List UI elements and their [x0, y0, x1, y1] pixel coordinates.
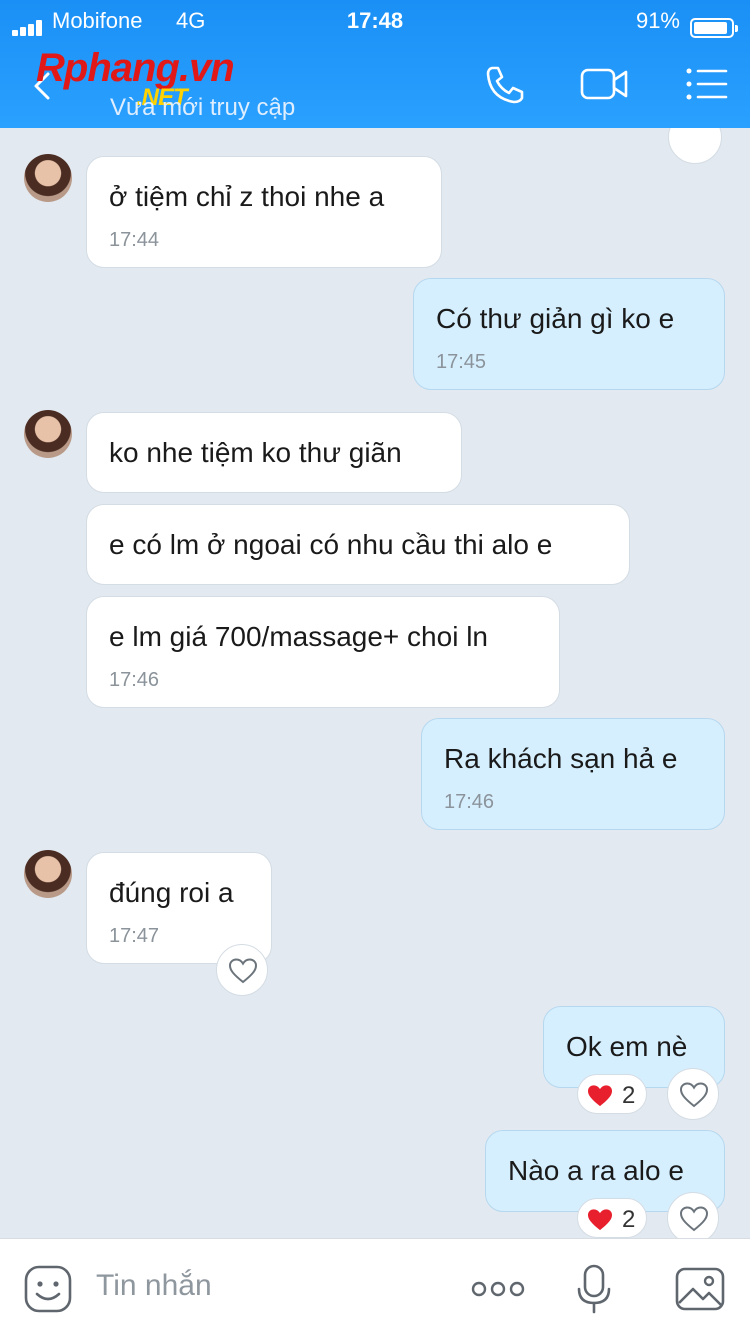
chat-header: Mobifone 4G 17:48 91% Rphang.vn .NET Vừa…	[0, 0, 750, 128]
reaction-button[interactable]	[668, 128, 722, 164]
heart-outline-icon	[229, 958, 257, 984]
composer-bar: Tin nhắn	[0, 1238, 750, 1335]
heart-outline-icon	[680, 1206, 708, 1232]
battery-percent: 91%	[635, 8, 680, 33]
heart-filled-icon	[588, 1085, 612, 1107]
presence-status: Vừa mới truy cập	[110, 94, 296, 121]
status-bar: Mobifone 4G 17:48 91%	[0, 8, 750, 38]
message-time: 17:47	[109, 925, 160, 947]
message-text: Có thư giản gì ko e	[436, 303, 675, 334]
message-time: 17:46	[444, 791, 495, 813]
message-text: e lm giá 700/massage+ choi ln	[109, 621, 488, 652]
message-text: đúng roi a	[109, 877, 234, 908]
sticker-icon[interactable]	[22, 1263, 74, 1315]
message-bubble[interactable]: ko nhe tiệm ko thư giãn	[86, 412, 462, 493]
avatar[interactable]	[24, 154, 72, 202]
reaction-summary[interactable]: 2	[577, 1198, 647, 1238]
message-input[interactable]: Tin nhắn	[96, 1269, 212, 1303]
like-button[interactable]	[667, 1192, 719, 1238]
message-text: e có lm ở ngoai có nhu cầu thi alo e	[109, 529, 553, 560]
avatar[interactable]	[24, 850, 72, 898]
message-time: 17:45	[436, 351, 487, 373]
message-text: Ra khách sạn hả e	[444, 743, 678, 774]
heart-outline-icon	[680, 1082, 708, 1108]
phone-icon[interactable]	[480, 62, 532, 106]
like-button[interactable]	[216, 944, 268, 996]
video-call-icon[interactable]	[578, 62, 630, 106]
heart-filled-icon	[588, 1209, 612, 1231]
message-bubble[interactable]: Ra khách sạn hả e 17:46	[421, 718, 725, 830]
message-bubble[interactable]: e lm giá 700/massage+ choi ln 17:46	[86, 596, 560, 708]
menu-icon[interactable]	[682, 62, 734, 106]
message-bubble[interactable]: e có lm ở ngoai có nhu cầu thi alo e	[86, 504, 630, 585]
message-time: 17:46	[109, 669, 160, 691]
message-text: ko nhe tiệm ko thư giãn	[109, 437, 402, 468]
reaction-count: 2	[622, 1082, 636, 1109]
message-text: Ok em nè	[566, 1031, 688, 1062]
message-bubble[interactable]: ở tiệm chỉ z thoi nhe a 17:44	[86, 156, 442, 268]
more-icon[interactable]	[470, 1263, 526, 1315]
watermark-logo: Rphang.vn .NET	[36, 46, 235, 111]
microphone-icon[interactable]	[568, 1263, 620, 1315]
message-time: 17:44	[109, 229, 160, 251]
avatar[interactable]	[24, 410, 72, 458]
image-icon[interactable]	[674, 1263, 726, 1315]
message-bubble[interactable]: Có thư giản gì ko e 17:45	[413, 278, 725, 390]
battery-icon	[690, 18, 738, 38]
like-button[interactable]	[667, 1068, 719, 1120]
message-text: Nào a ra alo e	[508, 1155, 684, 1186]
message-text: ở tiệm chỉ z thoi nhe a	[109, 181, 385, 212]
reaction-summary[interactable]: 2	[577, 1074, 647, 1114]
reaction-count: 2	[622, 1206, 636, 1233]
message-list[interactable]: ở tiệm chỉ z thoi nhe a 17:44 Có thư giả…	[0, 128, 750, 1238]
